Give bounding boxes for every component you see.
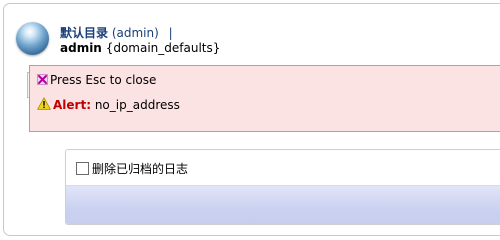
- alert-close[interactable]: Press Esc to close: [37, 73, 156, 87]
- delete-archived-logs-label[interactable]: 删除已归档的日志: [92, 162, 188, 176]
- user-name: admin: [60, 41, 102, 55]
- panel-footer-band: [66, 185, 500, 224]
- domain-name: {domain_defaults}: [105, 41, 221, 55]
- panel-top: 删除已归档的日志: [66, 150, 500, 185]
- close-icon[interactable]: [37, 74, 48, 85]
- alert-box: Press Esc to close Alert: no_ip_address: [29, 65, 500, 132]
- header-separator: |: [168, 26, 173, 40]
- warning-icon: [37, 97, 51, 110]
- alert-label: Alert:: [53, 98, 91, 112]
- header-line-catalog: 默认目录 (admin) |: [60, 24, 173, 41]
- globe-icon: [16, 22, 49, 55]
- options-panel: 删除已归档的日志: [65, 149, 500, 225]
- alert-message: no_ip_address: [94, 98, 180, 112]
- account-name[interactable]: (admin): [112, 26, 159, 40]
- alert-message-row: Alert: no_ip_address: [37, 96, 180, 112]
- delete-archived-logs-checkbox[interactable]: [76, 162, 89, 175]
- close-text[interactable]: Press Esc to close: [50, 73, 156, 87]
- delete-archived-logs-row[interactable]: 删除已归档的日志: [76, 160, 188, 177]
- header-line-user: admin {domain_defaults}: [60, 41, 220, 55]
- catalog-label[interactable]: 默认目录: [60, 26, 108, 40]
